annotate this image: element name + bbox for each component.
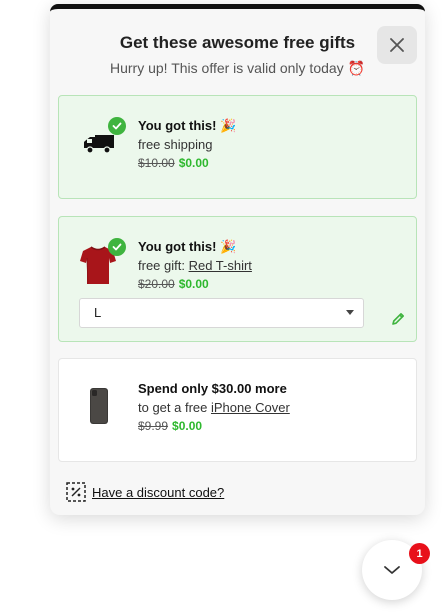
discount-code-label: Have a discount code? [92, 484, 225, 500]
size-select-value: L [94, 305, 102, 320]
gift-card-iphone-cover: Spend only $30.00 more to get a free iPh… [58, 358, 417, 462]
popup-subtitle: Hurry up! This offer is valid only today… [109, 60, 366, 76]
popup-title: Get these awesome free gifts [119, 33, 356, 52]
chevron-down-icon [384, 566, 400, 574]
size-select[interactable]: L [79, 298, 364, 328]
notification-badge: 1 [409, 543, 430, 564]
phone-cover-image [90, 388, 108, 424]
gift-product-link[interactable]: iPhone Cover [211, 400, 290, 415]
gift-prices: $10.00 $0.00 [138, 154, 236, 173]
close-button[interactable] [377, 26, 417, 64]
gift-prices: $20.00 $0.00 [138, 275, 252, 294]
gift-description: free shipping [138, 137, 213, 152]
gift-product-link[interactable]: Red T-shirt [189, 258, 252, 273]
new-price: $0.00 [178, 156, 209, 170]
close-icon [390, 38, 404, 52]
gift-card-red-tshirt: You got this! 🎉 free gift: Red T-shirt $… [58, 216, 417, 342]
gift-card-free-shipping: You got this! 🎉 free shipping $10.00 $0.0… [58, 95, 417, 199]
old-price: $10.00 [138, 156, 175, 170]
free-gifts-popup: Get these awesome free gifts Hurry up! T… [50, 4, 425, 515]
gift-description-prefix: to get a free [138, 400, 211, 415]
gift-description: free gift: Red T-shirt [138, 256, 252, 275]
check-icon [108, 117, 126, 135]
gift-title: You got this! 🎉 [138, 118, 237, 133]
truck-icon [84, 135, 114, 154]
gift-info: You got this! 🎉 free gift: Red T-shirt $… [138, 237, 252, 294]
new-price: $0.00 [172, 419, 203, 433]
gift-info: Spend only $30.00 more to get a free iPh… [138, 379, 290, 436]
old-price: $9.99 [138, 419, 169, 433]
old-price: $20.00 [138, 277, 175, 291]
pencil-icon[interactable] [390, 311, 406, 327]
gift-title: Spend only $30.00 more [138, 381, 287, 396]
caret-down-icon [346, 310, 354, 315]
discount-tag-icon [66, 482, 86, 502]
gift-description-prefix: free gift: [138, 258, 189, 273]
gift-title: You got this! 🎉 [138, 239, 237, 254]
check-icon [108, 238, 126, 256]
gift-info: You got this! 🎉 free shipping $10.00 $0.0… [138, 116, 236, 173]
discount-code-link[interactable]: Have a discount code? [66, 482, 224, 502]
gift-prices: $9.99 $0.00 [138, 417, 290, 436]
popup-header: Get these awesome free gifts Hurry up! T… [50, 9, 425, 91]
gift-description: to get a free iPhone Cover [138, 398, 290, 417]
new-price: $0.00 [178, 277, 209, 291]
